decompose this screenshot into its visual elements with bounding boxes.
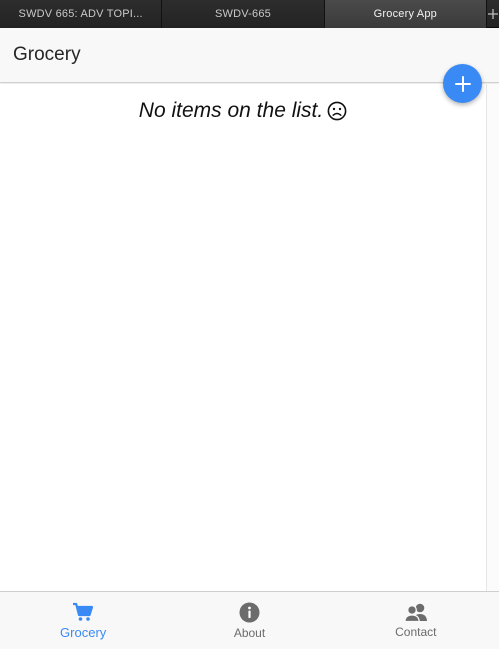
tab-about[interactable]: About <box>166 592 332 649</box>
empty-message-text: No items on the list. <box>138 99 324 122</box>
plus-icon <box>454 75 471 92</box>
sad-face-icon <box>327 101 347 121</box>
people-icon <box>403 603 427 622</box>
cart-icon <box>73 602 94 621</box>
info-icon <box>239 602 260 623</box>
add-item-button[interactable] <box>443 64 482 103</box>
plus-icon <box>487 8 498 19</box>
tab-contact[interactable]: Contact <box>333 592 499 649</box>
tab-label: Contact <box>395 625 437 639</box>
tab-label: About <box>233 626 266 640</box>
empty-list-message: No items on the list. <box>0 99 486 123</box>
browser-tab-swdv665-adv-topics[interactable]: SWDV 665: ADV TOPI... <box>0 0 163 28</box>
scrollbar[interactable] <box>486 84 499 591</box>
app-header: Grocery <box>0 28 499 83</box>
page-title: Grocery <box>13 44 81 65</box>
browser-tab-grocery-app[interactable]: Grocery App <box>324 0 487 28</box>
grocery-list-content: No items on the list. <box>0 84 486 591</box>
browser-tab-strip: SWDV 665: ADV TOPI... SWDV-665 Grocery A… <box>0 0 499 28</box>
browser-tab-label: SWDV 665: ADV TOPI... <box>18 8 143 20</box>
bottom-tab-bar: Grocery About Contact <box>0 591 499 649</box>
browser-tab-label: Grocery App <box>373 8 437 20</box>
browser-tab-label: SWDV-665 <box>214 8 271 20</box>
browser-tab-swdv665[interactable]: SWDV-665 <box>162 0 325 28</box>
tab-label: Grocery <box>60 625 107 640</box>
new-tab-button[interactable] <box>486 0 499 27</box>
tab-grocery[interactable]: Grocery <box>0 592 166 649</box>
